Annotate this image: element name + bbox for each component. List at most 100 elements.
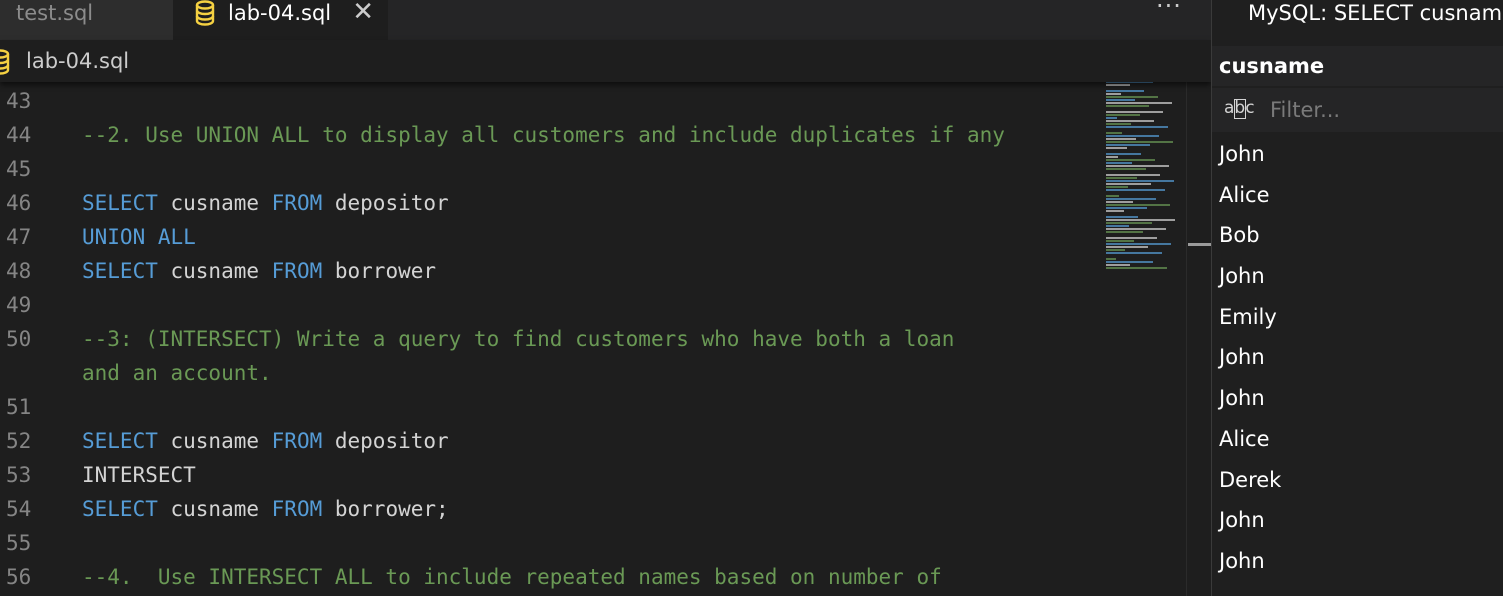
code-text: SELECT cusname FROM borrower; — [82, 492, 449, 526]
editor-area: test.sql lab-04.sql ✕ ··· lab-04.sql 43 4… — [0, 0, 1211, 596]
code-text: --2. Use UNION ALL to display all custom… — [82, 118, 1005, 152]
minimap-line — [1106, 237, 1157, 239]
minimap-line — [1106, 165, 1169, 167]
code-text: UNION ALL — [82, 220, 196, 254]
minimap-line — [1106, 216, 1138, 218]
minimap-line — [1106, 99, 1135, 101]
code-editor[interactable]: 43 44 --2. Use UNION ALL to display all cu… — [0, 84, 1100, 596]
minimap-line — [1106, 93, 1121, 95]
minimap-line — [1106, 114, 1140, 116]
line-number: 49 — [6, 293, 32, 317]
minimap-line — [1106, 258, 1116, 260]
code-text: and an account. — [82, 356, 272, 390]
minimap-line — [1106, 243, 1171, 245]
tab-label: lab-04.sql — [228, 1, 332, 25]
result-row[interactable]: Emily — [1212, 297, 1503, 338]
code-token: depositor — [322, 191, 449, 215]
code-text: --4. Use INTERSECT ALL to include repeat… — [82, 560, 942, 594]
code-token: and an account. — [82, 361, 272, 385]
minimap-line — [1106, 84, 1130, 86]
minimap-line — [1106, 186, 1128, 188]
result-row[interactable]: John — [1212, 378, 1503, 419]
minimap-line — [1106, 96, 1158, 98]
minimap-line — [1106, 207, 1147, 209]
code-token: UNION ALL — [82, 225, 196, 249]
minimap-line — [1106, 159, 1155, 161]
more-actions-icon[interactable]: ··· — [1156, 0, 1182, 20]
code-token: FROM — [271, 429, 323, 453]
minimap-line — [1106, 117, 1117, 119]
result-row[interactable]: John — [1212, 337, 1503, 378]
tab-lab-04-sql[interactable]: lab-04.sql ✕ — [173, 0, 388, 40]
code-text: SELECT cusname FROM depositor — [82, 424, 449, 458]
minimap-line — [1106, 102, 1172, 104]
result-row[interactable]: John — [1212, 541, 1503, 582]
result-row[interactable]: Alice — [1212, 419, 1503, 460]
minimap-line — [1106, 201, 1133, 203]
minimap-line — [1106, 168, 1146, 170]
minimap-line — [1106, 210, 1124, 212]
minimap-line — [1106, 219, 1175, 221]
code-token: INTERSECT — [82, 463, 196, 487]
database-icon — [0, 49, 10, 75]
minimap-line — [1106, 264, 1130, 266]
minimap-line — [1106, 225, 1129, 227]
breadcrumb-file[interactable]: lab-04.sql — [26, 49, 129, 73]
code-token: FROM — [271, 259, 323, 283]
minimap-line — [1106, 147, 1127, 149]
code-token: borrower — [322, 259, 437, 283]
code-token: --4. Use INTERSECT ALL to include repeat… — [82, 565, 942, 589]
scrollbar-position-marker — [1188, 243, 1211, 246]
tab-bar: test.sql lab-04.sql ✕ ··· — [0, 0, 1211, 40]
line-number: 53 — [6, 463, 32, 487]
tab-label: test.sql — [16, 1, 94, 25]
line-number: 47 — [6, 225, 32, 249]
result-row[interactable]: John — [1212, 256, 1503, 297]
result-row[interactable]: John — [1212, 500, 1503, 541]
code-text: SELECT cusname FROM borrower — [82, 254, 436, 288]
minimap-line — [1106, 174, 1160, 176]
code-token: cusname — [157, 497, 272, 521]
results-title: MySQL: SELECT cusname — [1248, 1, 1503, 25]
line-number: 52 — [6, 429, 32, 453]
minimap-line — [1106, 183, 1151, 185]
minimap-line — [1106, 222, 1152, 224]
filter-row: abc — [1212, 88, 1503, 132]
code-text: INTERSECT — [82, 458, 196, 492]
column-header-cusname[interactable]: cusname — [1212, 46, 1503, 86]
results-tab[interactable]: MySQL: SELECT cusname — [1212, 0, 1503, 40]
minimap-line — [1106, 261, 1153, 263]
database-icon — [195, 0, 215, 26]
minimap-line — [1106, 90, 1144, 92]
minimap-line — [1106, 195, 1119, 197]
code-token: depositor — [322, 429, 449, 453]
minimap-line — [1106, 144, 1150, 146]
line-number: 54 — [6, 497, 32, 521]
line-number: 44 — [6, 123, 32, 147]
close-icon[interactable]: ✕ — [352, 0, 374, 27]
minimap[interactable] — [1100, 78, 1186, 278]
minimap-line — [1106, 135, 1159, 137]
minimap-line — [1106, 177, 1137, 179]
filter-input[interactable] — [1270, 98, 1490, 122]
result-row[interactable]: Derek — [1212, 460, 1503, 501]
line-number: 48 — [6, 259, 32, 283]
abc-text-icon: abc — [1224, 98, 1255, 119]
minimap-line — [1106, 189, 1165, 191]
minimap-line — [1106, 153, 1141, 155]
minimap-line — [1106, 267, 1167, 269]
line-number: 45 — [6, 157, 32, 181]
minimap-line — [1106, 138, 1136, 140]
code-token: FROM — [271, 497, 323, 521]
result-row[interactable]: Alice — [1212, 175, 1503, 216]
code-token: SELECT — [82, 429, 158, 453]
result-row[interactable]: John — [1212, 134, 1503, 175]
minimap-line — [1106, 198, 1156, 200]
tab-test-sql[interactable]: test.sql — [0, 0, 173, 40]
line-number: 43 — [6, 89, 32, 113]
editor-scrollbar[interactable] — [1186, 82, 1211, 596]
code-token: --3: (INTERSECT) Write a query to find c… — [82, 327, 955, 351]
result-row[interactable]: Bob — [1212, 215, 1503, 256]
line-number: 50 — [6, 327, 32, 351]
code-token: cusname — [157, 191, 272, 215]
